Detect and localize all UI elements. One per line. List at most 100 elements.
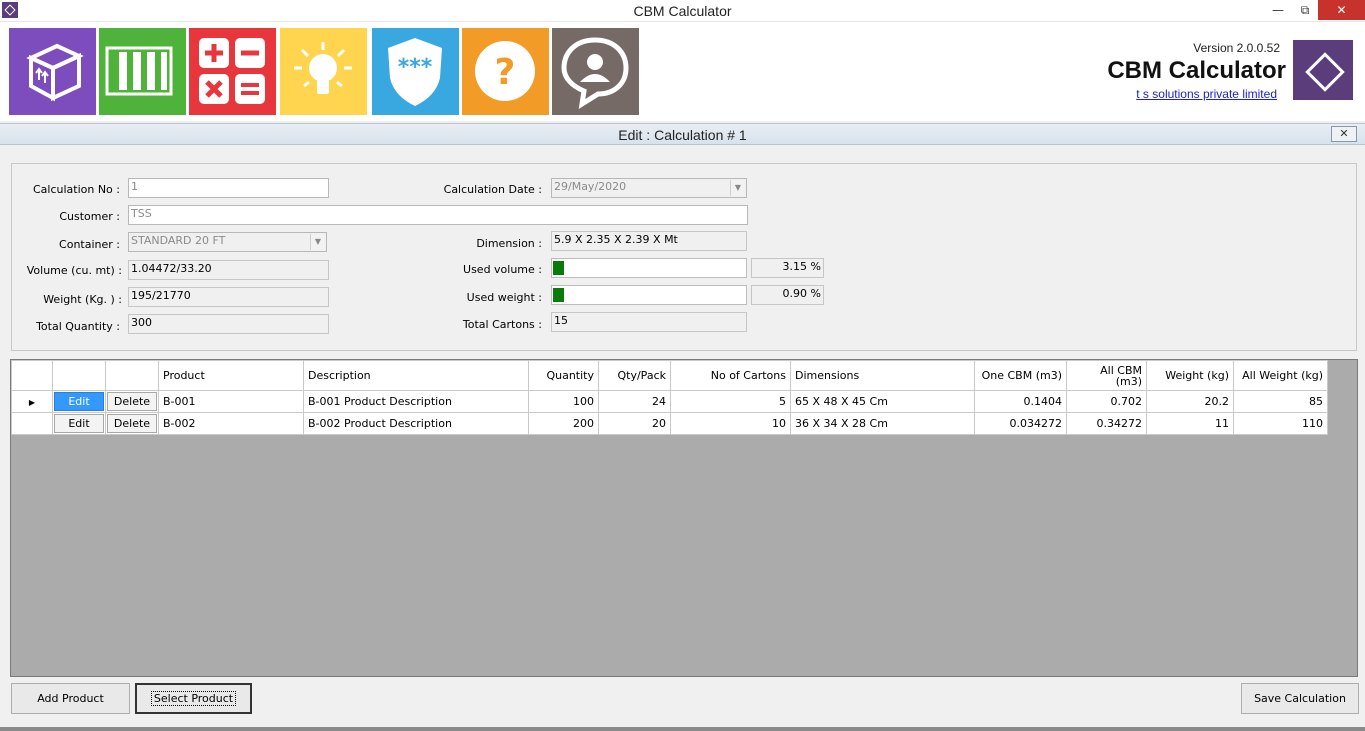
company-link[interactable]: t s solutions private limited — [1136, 87, 1277, 101]
svg-text:?: ? — [495, 52, 516, 93]
add-product-button[interactable]: Add Product — [11, 683, 130, 714]
select-product-label: Select Product — [150, 691, 237, 706]
support-chat-icon — [561, 37, 629, 110]
used-weight-percent: 0.90 % — [751, 285, 824, 305]
cell-qty-pack[interactable]: 20 — [598, 412, 671, 435]
company-logo — [1293, 40, 1353, 100]
app-header: *** ? Version 2.0.0.52 CBM Calculator t … — [0, 22, 1365, 121]
edit-row-button[interactable]: Edit — [54, 414, 104, 433]
save-calculation-button[interactable]: Save Calculation — [1241, 683, 1359, 714]
calc-date-picker[interactable]: 29/May/2020 ▼ — [551, 178, 747, 198]
calc-no-field[interactable]: 1 — [128, 178, 329, 198]
weight-field: 195/21770 — [128, 287, 329, 307]
delete-cell: Delete — [105, 390, 159, 413]
calc-no-label: Calculation No : — [32, 183, 120, 196]
calculator-tile[interactable] — [189, 28, 276, 115]
container-tile[interactable] — [99, 28, 186, 115]
column-header-quantity[interactable]: Quantity — [528, 360, 599, 391]
cell-dimensions[interactable]: 36 X 34 X 28 Cm — [790, 412, 975, 435]
tips-tile[interactable] — [280, 28, 367, 115]
app-name: CBM Calculator — [1107, 57, 1286, 84]
lightbulb-icon — [294, 42, 352, 94]
cell-qty-pack[interactable]: 24 — [598, 390, 671, 413]
total-cartons-field: 15 — [551, 312, 747, 332]
edit-cell: Edit — [52, 412, 106, 435]
used-volume-label: Used volume : — [463, 263, 542, 276]
row-header — [11, 412, 53, 435]
customer-label: Customer : — [59, 210, 120, 223]
current-row-indicator-icon: ▶ — [11, 390, 53, 413]
cell-all-weight[interactable]: 110 — [1233, 412, 1328, 435]
column-header-dimensions[interactable]: Dimensions — [790, 360, 975, 391]
column-header-no-of-cartons[interactable]: No of Cartons — [670, 360, 791, 391]
window-title: CBM Calculator — [633, 3, 732, 19]
cell-quantity[interactable]: 200 — [528, 412, 599, 435]
column-header-all-weight[interactable]: All Weight (kg) — [1233, 360, 1328, 391]
cell-weight[interactable]: 20.2 — [1146, 390, 1234, 413]
cell-no-of-cartons[interactable]: 10 — [670, 412, 791, 435]
cell-quantity[interactable]: 100 — [528, 390, 599, 413]
container-label: Container : — [59, 238, 120, 251]
cell-all-cbm[interactable]: 0.34272 — [1066, 412, 1147, 435]
cell-one-cbm[interactable]: 0.1404 — [974, 390, 1067, 413]
column-header-description[interactable]: Description — [303, 360, 529, 391]
products-grid: Product Description Quantity Qty/Pack No… — [10, 359, 1358, 677]
total-cartons-label: Total Cartons : — [462, 318, 542, 331]
delete-column-header — [105, 360, 159, 391]
chevron-down-icon[interactable]: ▼ — [310, 234, 325, 250]
cell-dimensions[interactable]: 65 X 48 X 45 Cm — [790, 390, 975, 413]
version-label: Version 2.0.0.52 — [1193, 41, 1280, 55]
table-row[interactable]: ▶ Edit Delete B-001 B-001 Product Descri… — [11, 390, 1328, 413]
column-header-weight[interactable]: Weight (kg) — [1146, 360, 1234, 391]
container-icon — [105, 46, 173, 96]
minimize-button[interactable]: — — [1263, 0, 1293, 20]
volume-field: 1.04472/33.20 — [128, 260, 329, 280]
table-header-row: Product Description Quantity Qty/Pack No… — [11, 360, 1328, 391]
chevron-down-icon[interactable]: ▼ — [730, 180, 745, 196]
password-tile[interactable]: *** — [372, 28, 459, 115]
close-button[interactable]: ✕ — [1318, 0, 1365, 20]
support-tile[interactable] — [552, 28, 639, 115]
select-product-button[interactable]: Select Product — [135, 683, 252, 714]
column-header-one-cbm[interactable]: One CBM (m3) — [974, 360, 1067, 391]
cell-all-cbm[interactable]: 0.702 — [1066, 390, 1147, 413]
cell-one-cbm[interactable]: 0.034272 — [974, 412, 1067, 435]
cell-weight[interactable]: 11 — [1146, 412, 1234, 435]
row-header-corner — [11, 360, 53, 391]
form-close-button[interactable]: ✕ — [1331, 126, 1357, 142]
box-icon — [26, 43, 84, 102]
column-header-all-cbm[interactable]: All CBM (m3) — [1066, 360, 1147, 391]
cell-product[interactable]: B-002 — [158, 412, 304, 435]
help-tile[interactable]: ? — [462, 28, 549, 115]
column-header-product[interactable]: Product — [158, 360, 304, 391]
calc-date-label: Calculation Date : — [443, 183, 542, 196]
delete-row-button[interactable]: Delete — [107, 414, 157, 433]
cell-product[interactable]: B-001 — [158, 390, 304, 413]
total-quantity-label: Total Quantity : — [36, 320, 120, 333]
used-weight-label: Used weight : — [466, 291, 542, 304]
cell-all-weight[interactable]: 85 — [1233, 390, 1328, 413]
delete-row-button[interactable]: Delete — [107, 392, 157, 411]
used-volume-progress — [551, 258, 747, 278]
dimension-field: 5.9 X 2.35 X 2.39 X Mt — [551, 231, 747, 251]
cell-description[interactable]: B-001 Product Description — [303, 390, 529, 413]
used-weight-progress — [551, 285, 747, 305]
container-select[interactable]: STANDARD 20 FT ▼ — [128, 232, 327, 252]
table-row[interactable]: Edit Delete B-002 B-002 Product Descript… — [11, 412, 1328, 435]
customer-field[interactable]: TSS — [128, 205, 748, 225]
edit-cell: Edit — [52, 390, 106, 413]
calculation-details-panel: Calculation No : 1 Customer : TSS Contai… — [11, 163, 1357, 351]
delete-cell: Delete — [105, 412, 159, 435]
weight-label: Weight (Kg. ) : — [43, 293, 122, 306]
used-volume-percent: 3.15 % — [751, 258, 824, 278]
cell-description[interactable]: B-002 Product Description — [303, 412, 529, 435]
dimension-label: Dimension : — [476, 237, 542, 250]
edit-row-button[interactable]: Edit — [54, 392, 104, 411]
column-header-qty-pack[interactable]: Qty/Pack — [598, 360, 671, 391]
password-shield-icon: *** — [388, 38, 442, 106]
volume-label: Volume (cu. mt) : — [26, 264, 122, 277]
calculator-icon — [199, 38, 265, 104]
box-tile[interactable] — [9, 28, 96, 115]
cell-no-of-cartons[interactable]: 5 — [670, 390, 791, 413]
restore-button[interactable]: ⧉ — [1290, 0, 1320, 20]
